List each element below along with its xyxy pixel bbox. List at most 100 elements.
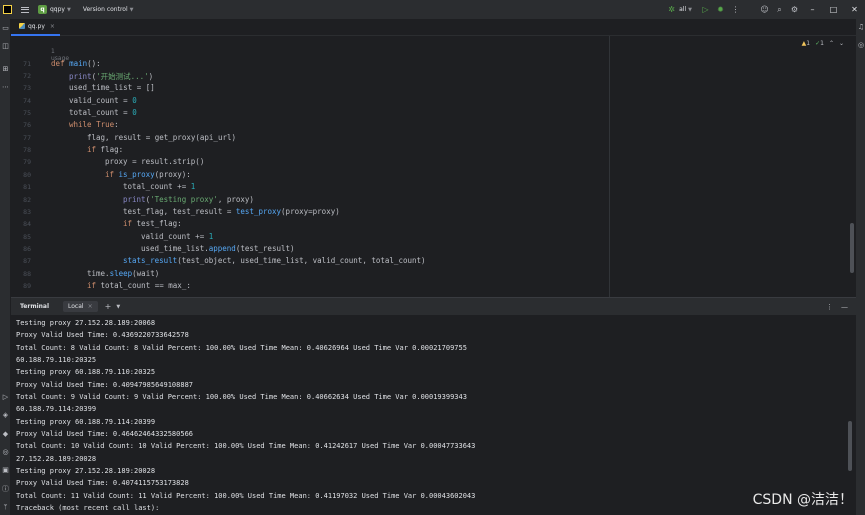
services-icon[interactable]: ◎ xyxy=(1,448,10,457)
code-line: flag, result = get_proxy(api_url) xyxy=(87,133,237,142)
line-number: 88 xyxy=(23,270,31,278)
hide-panel-icon[interactable]: — xyxy=(841,303,848,311)
warning-count: 1 xyxy=(806,40,811,47)
chevron-down-icon[interactable]: ▼ xyxy=(688,7,692,13)
terminal-line: 60.188.79.114:20399 xyxy=(16,405,97,413)
terminal-line: Traceback (most recent call last): xyxy=(16,504,160,512)
run-icon[interactable]: ▷ xyxy=(698,5,713,14)
terminal-tab-label: Local xyxy=(68,303,84,310)
more-actions-icon[interactable]: ⋮ xyxy=(728,5,743,14)
version-control-menu[interactable]: Version control xyxy=(83,6,128,13)
terminal-output[interactable]: Testing proxy 27.152.28.189:20068 Proxy … xyxy=(11,315,856,515)
line-number: 78 xyxy=(23,146,31,154)
structure-icon[interactable]: ⊞ xyxy=(1,65,10,74)
terminal-line: Proxy Valid Used Time: 0.464624643325805… xyxy=(16,430,194,438)
tab-label: qq.py xyxy=(28,22,45,30)
code-editor[interactable]: ▲1 ✓1 ⌃ ⌄ 70 71 72 73 74 75 76 77 78 79 … xyxy=(11,36,856,297)
layers-icon[interactable]: ◆ xyxy=(1,430,10,439)
code-line: while True: xyxy=(69,120,119,129)
close-icon[interactable]: ✕ xyxy=(844,5,865,14)
maximize-icon[interactable]: □ xyxy=(823,5,844,14)
line-number: 77 xyxy=(23,134,31,142)
account-icon[interactable]: ☺ xyxy=(757,5,772,14)
code-line: valid_count += 1 xyxy=(141,232,214,241)
chevron-down-icon[interactable]: ⌄ xyxy=(839,40,844,47)
line-number: 74 xyxy=(23,97,31,105)
python-packages-icon[interactable]: ◈ xyxy=(1,411,10,420)
line-number: 71 xyxy=(23,60,31,68)
terminal-line: Proxy Valid Used Time: 0.436922073364257… xyxy=(16,331,189,339)
line-number: 85 xyxy=(23,233,31,241)
new-terminal-icon[interactable]: + xyxy=(105,302,112,311)
line-number: 76 xyxy=(23,121,31,129)
terminal-tool-icon[interactable]: ▣ xyxy=(1,466,10,475)
watermark: CSDN @洁洁！ xyxy=(752,492,853,508)
terminal-line: Proxy Valid Used Time: 0.407411575317382… xyxy=(16,479,189,487)
tab-terminal-local[interactable]: Local × xyxy=(63,301,98,312)
folder-icon[interactable]: ▭ xyxy=(1,24,10,33)
git-icon[interactable]: ᛘ xyxy=(1,503,10,512)
line-number: 81 xyxy=(23,183,31,191)
problems-icon[interactable]: ⓘ xyxy=(1,485,10,494)
app-logo-icon xyxy=(3,5,12,14)
plugins-icon[interactable]: ◫ xyxy=(1,42,10,51)
line-number: 89 xyxy=(23,282,31,290)
terminal-line: Testing proxy 27.152.28.189:20028 xyxy=(16,467,156,475)
line-number: 86 xyxy=(23,245,31,253)
terminal-line: 60.188.79.110:20325 xyxy=(16,356,97,364)
chevron-up-icon[interactable]: ⌃ xyxy=(829,40,834,47)
main-menu-icon[interactable] xyxy=(21,6,29,13)
code-line: if flag: xyxy=(87,145,124,154)
line-number: 73 xyxy=(23,84,31,92)
terminal-line: Total Count: 9 Valid Count: 9 Valid Perc… xyxy=(16,393,467,401)
project-badge-icon[interactable]: q xyxy=(38,5,47,14)
line-number: 79 xyxy=(23,158,31,166)
terminal-scrollbar[interactable] xyxy=(848,421,852,471)
chevron-down-icon[interactable]: ▼ xyxy=(67,7,71,13)
line-number: 72 xyxy=(23,72,31,80)
terminal-line: Testing proxy 60.188.79.110:20325 xyxy=(16,368,156,376)
chevron-down-icon[interactable]: ▼ xyxy=(116,304,120,310)
ok-count: 1 xyxy=(820,40,824,47)
close-tab-icon[interactable]: × xyxy=(50,23,55,30)
run-config-selector[interactable]: all xyxy=(679,6,686,13)
terminal-line: Testing proxy 60.188.79.114:20399 xyxy=(16,418,156,426)
line-number: 84 xyxy=(23,220,31,228)
code-line: used_time_list = [] xyxy=(69,83,155,92)
code-line: used_time_list.append(test_result) xyxy=(141,244,295,253)
code-line: if total_count == max_: xyxy=(87,281,191,290)
inspection-widget[interactable]: ▲1 ✓1 ⌃ ⌄ xyxy=(802,40,844,47)
right-tool-strip: ♫ ◎ xyxy=(856,19,865,515)
code-line: total_count = 0 xyxy=(69,108,137,117)
close-tab-icon[interactable]: × xyxy=(88,303,93,310)
run-config-icon[interactable]: ✲ xyxy=(664,5,679,14)
terminal-line: Testing proxy 27.152.28.189:20068 xyxy=(16,319,156,327)
search-icon[interactable]: ⌕ xyxy=(772,5,787,15)
minimize-icon[interactable]: – xyxy=(802,5,823,14)
code-line: proxy = result.strip() xyxy=(105,157,205,166)
more-tools-icon[interactable]: ⋯ xyxy=(1,83,10,92)
code-line: stats_result(test_object, used_time_list… xyxy=(123,256,426,265)
terminal-line: Proxy Valid Used Time: 0.409479856491088… xyxy=(16,381,194,389)
project-selector[interactable]: qqpy xyxy=(50,6,65,13)
python-file-icon xyxy=(19,23,25,29)
terminal-line: 27.152.28.189:20028 xyxy=(16,455,97,463)
editor-scrollbar[interactable] xyxy=(850,223,854,273)
debug-icon[interactable]: ✹ xyxy=(713,5,728,14)
chevron-down-icon[interactable]: ▼ xyxy=(130,7,134,13)
ai-assistant-icon[interactable]: ◎ xyxy=(857,41,865,49)
terminal-line: Total Count: 8 Valid Count: 8 Valid Perc… xyxy=(16,344,467,352)
terminal-line: Total Count: 10 Valid Count: 10 Valid Pe… xyxy=(16,442,476,450)
tab-qq-py[interactable]: qq.py × xyxy=(11,18,60,36)
terminal-options-icon[interactable]: ⋮ xyxy=(826,303,833,311)
right-margin-guide xyxy=(609,36,610,297)
line-number-gutter: 70 71 72 73 74 75 76 77 78 79 80 81 82 8… xyxy=(11,36,47,297)
code-line: test_flag, test_result = test_proxy(prox… xyxy=(123,207,340,216)
code-line: print('开始测试...') xyxy=(69,72,154,81)
terminal-title: Terminal xyxy=(20,303,50,310)
notifications-icon[interactable]: ♫ xyxy=(857,23,865,31)
run-tool-icon[interactable]: ▷ xyxy=(1,393,10,402)
terminal-header: Terminal Local × + ▼ ⋮ — xyxy=(11,297,856,315)
settings-gear-icon[interactable]: ⚙ xyxy=(787,5,802,14)
line-number: 83 xyxy=(23,208,31,216)
